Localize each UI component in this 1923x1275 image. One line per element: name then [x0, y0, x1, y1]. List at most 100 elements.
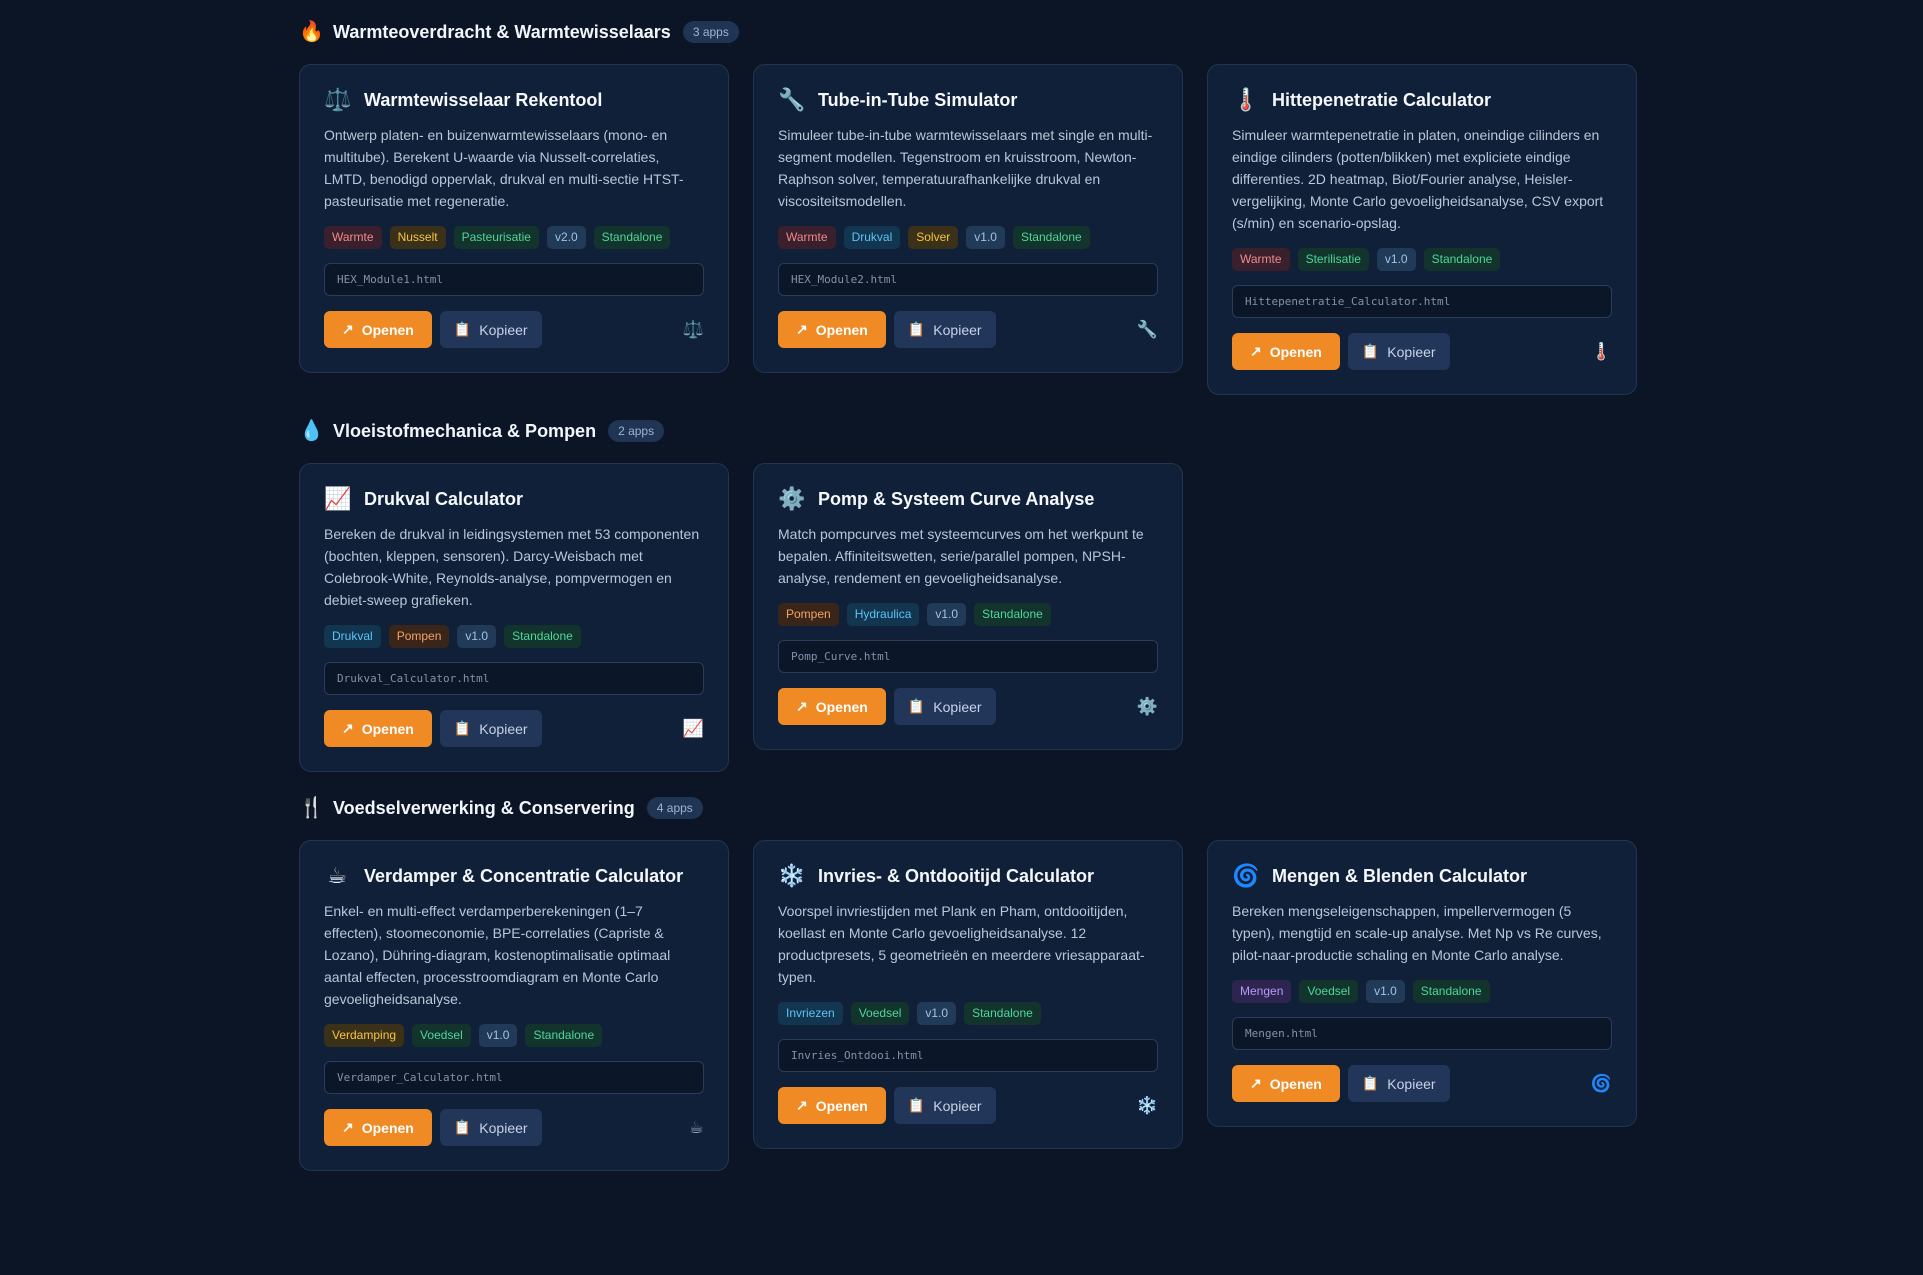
tag-badge: Voedsel: [850, 1002, 910, 1025]
file-path-field[interactable]: HEX_Module2.html: [778, 263, 1158, 296]
card-title: Mengen & Blenden Calculator: [1272, 865, 1528, 886]
card-title: Verdamper & Concentratie Calculator: [364, 865, 684, 886]
copy-button-label: Kopieer: [479, 321, 528, 338]
clipboard-icon: 📋: [453, 720, 472, 736]
open-button-label: Openen: [1269, 1075, 1322, 1092]
app-count-badge: 2 apps: [608, 420, 665, 442]
card-title: Invries- & Ontdooitijd Calculator: [818, 865, 1095, 886]
wrench-corner-icon: 🔧: [1136, 319, 1158, 339]
section-header: 💧 Vloeistofmechanica & Pompen 2 apps: [299, 419, 1635, 443]
tag-list: Mengen Voedsel v1.0 Standalone: [1232, 980, 1612, 1003]
card-header: 🔧 Tube-in-Tube Simulator: [778, 88, 1158, 112]
tag-badge: Standalone: [1423, 248, 1501, 271]
copy-button[interactable]: 📋 Kopieer: [439, 1109, 542, 1146]
tag-badge: Drukval: [843, 226, 901, 249]
file-path-field[interactable]: Verdamper_Calculator.html: [324, 1061, 704, 1094]
tag-badge: Voedsel: [412, 1024, 471, 1047]
fire-icon: 🔥: [299, 21, 324, 43]
copy-button-label: Kopieer: [479, 1119, 528, 1136]
tag-badge: Invriezen: [778, 1002, 843, 1025]
external-link-icon: ↗: [796, 321, 808, 337]
open-button-label: Openen: [361, 1119, 414, 1136]
card-header: 📈 Drukval Calculator: [324, 487, 704, 511]
copy-button[interactable]: 📋 Kopieer: [893, 1087, 996, 1124]
app-count-badge: 3 apps: [682, 21, 739, 43]
card-actions: ↗ Openen 📋 Kopieer 🌡️: [1232, 333, 1612, 370]
scale-corner-icon: ⚖️: [682, 319, 704, 339]
card-header: ☕ Verdamper & Concentratie Calculator: [324, 864, 704, 888]
tag-list: Drukval Pompen v1.0 Standalone: [324, 625, 704, 648]
card-grid: ⚖️ Warmtewisselaar Rekentool Ontwerp plate…: [299, 64, 1637, 395]
clipboard-icon: 📋: [907, 698, 926, 714]
card-grid: ☕ Verdamper & Concentratie Calculator Enke…: [299, 840, 1637, 1171]
external-link-icon: ↗: [342, 1119, 354, 1135]
clipboard-icon: 📋: [907, 1097, 926, 1113]
copy-button[interactable]: 📋 Kopieer: [439, 311, 542, 348]
tag-badge: Sterilisatie: [1297, 248, 1369, 271]
open-button-label: Openen: [815, 698, 868, 715]
clipboard-icon: 📋: [1361, 1075, 1380, 1091]
category-section: 🔥 Warmteoverdracht & Warmtewisselaars 3 ap…: [299, 0, 1637, 395]
coffee-corner-icon: ☕: [688, 1117, 704, 1137]
open-button-label: Openen: [361, 321, 414, 338]
card-description: Enkel- en multi-effect verdamperberekeni…: [324, 903, 671, 1007]
open-button[interactable]: ↗ Openen: [778, 311, 886, 348]
tag-badge: v2.0: [546, 226, 586, 249]
tag-badge: v1.0: [1366, 980, 1405, 1003]
file-path-field[interactable]: Drukval_Calculator.html: [324, 662, 704, 695]
open-button[interactable]: ↗ Openen: [324, 311, 432, 348]
tag-badge: Standalone: [593, 226, 671, 249]
external-link-icon: ↗: [796, 698, 808, 714]
open-button[interactable]: ↗ Openen: [324, 710, 432, 747]
spiral-icon: 🌀: [1232, 863, 1260, 888]
tag-badge: Mengen: [1232, 980, 1292, 1003]
tag-list: Pompen Hydraulica v1.0 Standalone: [778, 603, 1158, 626]
scale-icon: ⚖️: [324, 87, 352, 112]
open-button[interactable]: ↗ Openen: [324, 1109, 432, 1146]
tag-badge: Verdamping: [324, 1024, 405, 1047]
app-card-verdamper-concentratie-calculator: ☕ Verdamper & Concentratie Calculator Enke…: [299, 840, 729, 1171]
copy-button-label: Kopieer: [933, 321, 982, 338]
open-button[interactable]: ↗ Openen: [778, 1087, 886, 1124]
copy-button[interactable]: 📋 Kopieer: [1347, 1065, 1450, 1102]
tag-badge: Standalone: [1012, 226, 1090, 249]
coffee-icon: ☕: [327, 863, 347, 888]
open-button-label: Openen: [361, 720, 414, 737]
gear-icon: ⚙️: [778, 486, 806, 511]
file-path-field[interactable]: Hittepenetratie_Calculator.html: [1232, 285, 1612, 318]
file-path-field[interactable]: Pomp_Curve.html: [778, 640, 1158, 673]
app-card-warmtewisselaar-rekentool: ⚖️ Warmtewisselaar Rekentool Ontwerp plate…: [299, 64, 729, 373]
section-title: Vloeistofmechanica & Pompen: [333, 420, 597, 441]
droplet-icon: 💧: [299, 420, 324, 442]
app-card-hittepenetratie-calculator: 🌡️ Hittepenetratie Calculator Simuleer war…: [1207, 64, 1637, 395]
copy-button[interactable]: 📋 Kopieer: [893, 688, 996, 725]
file-path-field[interactable]: HEX_Module1.html: [324, 263, 704, 296]
app-catalog: 🔥 Warmteoverdracht & Warmtewisselaars 3 ap…: [299, 0, 1637, 1195]
card-title: Warmtewisselaar Rekentool: [364, 89, 603, 110]
tag-badge: Pompen: [778, 603, 839, 626]
copy-button[interactable]: 📋 Kopieer: [439, 710, 542, 747]
open-button[interactable]: ↗ Openen: [1232, 1065, 1340, 1102]
category-section: 🍴 Voedselverwerking & Conservering 4 apps ☕…: [299, 796, 1637, 1171]
card-header: ⚙️ Pomp & Systeem Curve Analyse: [778, 487, 1158, 511]
file-path-field[interactable]: Mengen.html: [1232, 1017, 1612, 1050]
file-path-field[interactable]: Invries_Ontdooi.html: [778, 1039, 1158, 1072]
fork-knife-icon: 🍴: [299, 797, 324, 819]
open-button[interactable]: ↗ Openen: [778, 688, 886, 725]
tag-badge: Warmte: [778, 226, 836, 249]
copy-button-label: Kopieer: [1387, 343, 1436, 360]
open-button[interactable]: ↗ Openen: [1232, 333, 1340, 370]
chart-corner-icon: 📈: [682, 718, 704, 738]
tag-badge: v1.0: [966, 226, 1005, 249]
app-card-drukval-calculator: 📈 Drukval Calculator Bereken de drukval in…: [299, 463, 729, 772]
card-description: Ontwerp platen- en buizenwarmtewisselaar…: [324, 127, 684, 209]
copy-button[interactable]: 📋 Kopieer: [1347, 333, 1450, 370]
card-title: Hittepenetratie Calculator: [1272, 89, 1492, 110]
tag-badge: Warmte: [324, 226, 382, 249]
app-card-mengen-blenden-calculator: 🌀 Mengen & Blenden Calculator Bereken meng…: [1207, 840, 1637, 1127]
card-actions: ↗ Openen 📋 Kopieer ☕: [324, 1109, 704, 1146]
app-count-badge: 4 apps: [646, 797, 703, 819]
card-actions: ↗ Openen 📋 Kopieer 🔧: [778, 311, 1158, 348]
copy-button[interactable]: 📋 Kopieer: [893, 311, 996, 348]
tag-badge: Standalone: [1412, 980, 1490, 1003]
